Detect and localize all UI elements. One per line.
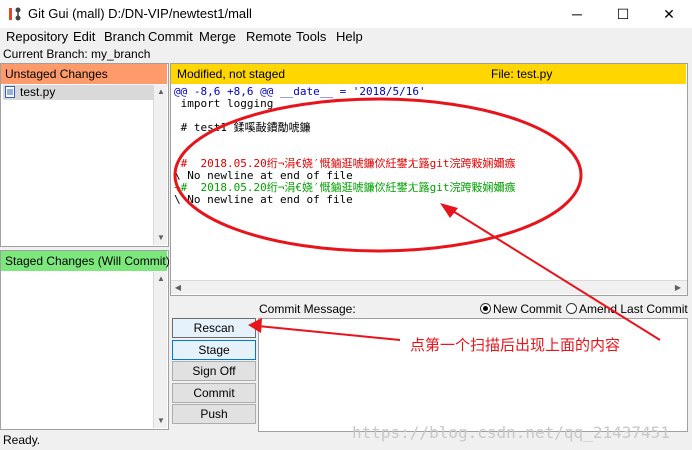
status-text: Ready. bbox=[3, 433, 41, 447]
annotation-arrowhead-up bbox=[440, 203, 458, 218]
watermark: https://blog.csdn.net/qq_21437451 bbox=[352, 423, 670, 442]
annotation-arrow-left bbox=[257, 325, 401, 341]
annotation-overlay bbox=[173, 97, 661, 341]
annotation-text: 点第一个扫描后出现上面的内容 bbox=[410, 337, 621, 354]
annotation-arrow-up bbox=[447, 207, 661, 341]
annotation-arrowhead-left bbox=[248, 318, 262, 333]
annotation-ellipse bbox=[173, 97, 583, 253]
